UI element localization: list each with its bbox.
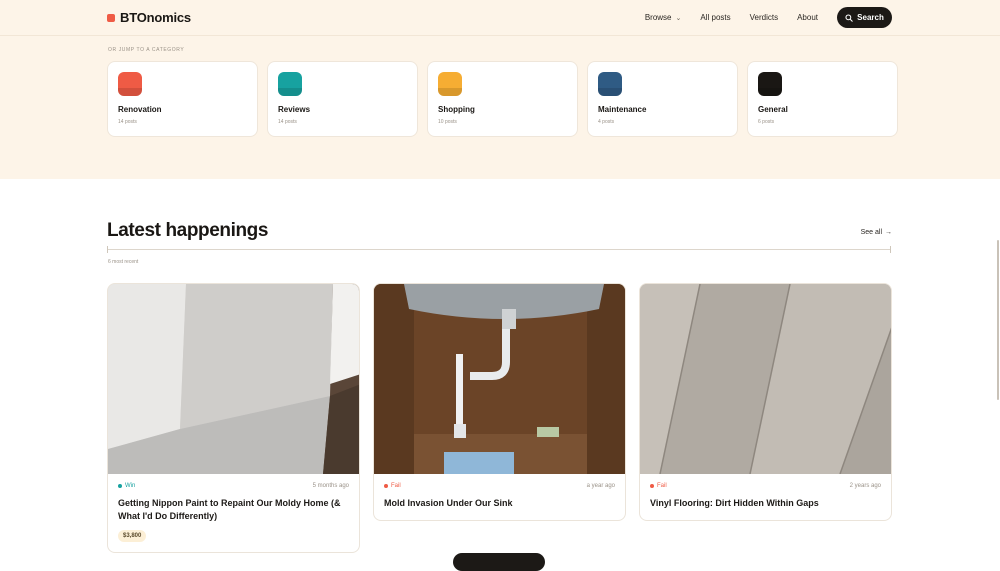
category-card-maintenance[interactable]: Maintenance 4 posts: [587, 61, 738, 137]
category-count: 6 posts: [758, 119, 775, 125]
chevron-down-icon: ⌄: [675, 14, 682, 22]
post-title[interactable]: Vinyl Flooring: Dirt Hidden Within Gaps: [650, 497, 881, 510]
verdict-dot-icon: [384, 484, 388, 488]
verdict-label: Fail: [391, 483, 401, 489]
main-nav: Browse ⌄ All posts Verdicts About Search: [645, 7, 892, 28]
nav-browse[interactable]: Browse ⌄: [645, 13, 682, 22]
category-count: 4 posts: [598, 119, 615, 125]
verdict-badge: Fail: [650, 483, 667, 489]
category-list: Renovation 14 posts Reviews 14 posts Sho…: [107, 61, 898, 137]
post-card[interactable]: Win 5 months ago Getting Nippon Paint to…: [107, 283, 360, 553]
search-button[interactable]: Search: [837, 7, 892, 28]
category-count: 14 posts: [118, 119, 137, 125]
post-image: [108, 284, 359, 474]
category-count: 14 posts: [278, 119, 297, 125]
verdict-badge: Win: [118, 483, 135, 489]
post-image: [374, 284, 625, 474]
post-image: [640, 284, 891, 474]
arrow-right-icon: →: [885, 229, 892, 236]
floating-toolbar[interactable]: [453, 553, 545, 571]
category-name: Renovation: [118, 105, 162, 114]
post-time: 5 months ago: [312, 483, 349, 489]
post-title[interactable]: Getting Nippon Paint to Repaint Our Mold…: [118, 497, 349, 523]
post-card[interactable]: Fail a year ago Mold Invasion Under Our …: [373, 283, 626, 521]
post-time: 2 years ago: [849, 483, 881, 489]
section-title: Latest happenings: [107, 220, 269, 241]
category-color-icon: [278, 72, 302, 96]
category-color-icon: [758, 72, 782, 96]
verdict-label: Win: [125, 483, 136, 489]
category-name: Shopping: [438, 105, 475, 114]
post-grid: Win 5 months ago Getting Nippon Paint to…: [107, 283, 892, 553]
category-section: OR JUMP TO A CATEGORY Renovation 14 post…: [0, 36, 1000, 179]
category-color-icon: [438, 72, 462, 96]
brand-logo[interactable]: BTOnomics: [107, 10, 191, 25]
top-navigation-bar: BTOnomics Browse ⌄ All posts Verdicts Ab…: [0, 0, 1000, 36]
brand-name: BTOnomics: [120, 10, 191, 25]
verdict-dot-icon: [650, 484, 654, 488]
search-icon: [845, 13, 853, 22]
post-card[interactable]: Fail 2 years ago Vinyl Flooring: Dirt Hi…: [639, 283, 892, 521]
nav-verdicts[interactable]: Verdicts: [750, 13, 778, 22]
category-color-icon: [598, 72, 622, 96]
search-button-label: Search: [857, 13, 884, 22]
category-section-label: OR JUMP TO A CATEGORY: [108, 47, 185, 53]
see-all-label: See all: [860, 229, 882, 236]
scrollbar-thumb[interactable]: [997, 240, 999, 400]
category-card-shopping[interactable]: Shopping 10 posts: [427, 61, 578, 137]
price-badge: $3,800: [118, 530, 147, 542]
nav-all-posts[interactable]: All posts: [700, 13, 730, 22]
nav-browse-label: Browse: [644, 13, 672, 22]
post-title[interactable]: Mold Invasion Under Our Sink: [384, 497, 615, 510]
category-name: Maintenance: [598, 105, 647, 114]
brand-mark-icon: [107, 13, 115, 22]
category-card-general[interactable]: General 6 posts: [747, 61, 898, 137]
section-divider: [107, 249, 891, 250]
section-subtitle: 6 most recent: [108, 259, 139, 265]
nav-about[interactable]: About: [797, 13, 818, 22]
category-card-reviews[interactable]: Reviews 14 posts: [267, 61, 418, 137]
verdict-badge: Fail: [384, 483, 401, 489]
divider-tick: [890, 246, 891, 253]
category-name: Reviews: [278, 105, 311, 114]
category-card-renovation[interactable]: Renovation 14 posts: [107, 61, 258, 137]
post-time: a year ago: [586, 483, 615, 489]
see-all-link[interactable]: See all →: [861, 229, 892, 236]
verdict-dot-icon: [118, 484, 122, 488]
category-color-icon: [118, 72, 142, 96]
category-count: 10 posts: [438, 119, 457, 125]
divider-tick: [107, 246, 108, 253]
verdict-label: Fail: [657, 483, 667, 489]
category-name: General: [758, 105, 788, 114]
